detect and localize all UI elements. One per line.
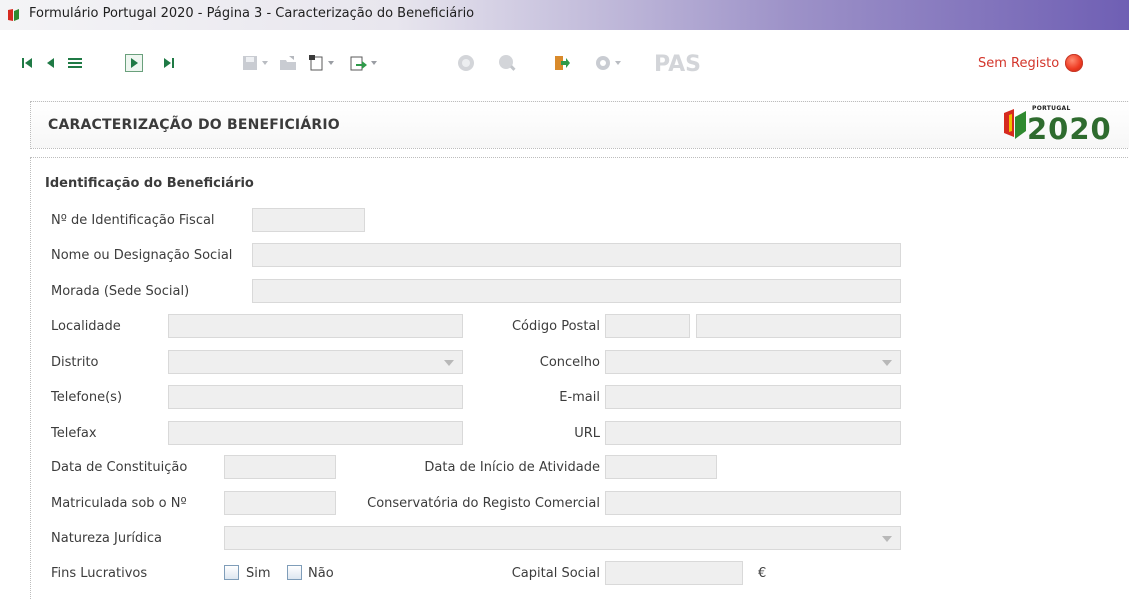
last-page-button[interactable] <box>161 52 177 74</box>
save-button[interactable] <box>241 52 271 74</box>
last-page-icon <box>164 58 174 68</box>
nao-checkbox[interactable] <box>287 565 302 580</box>
conservatoria-label: Conservatória do Registo Comercial <box>367 496 600 511</box>
localidade-field[interactable] <box>168 314 463 338</box>
search-icon <box>499 55 516 71</box>
matricula-label: Matriculada sob o Nº <box>51 496 187 511</box>
logo-year-text: 2020 <box>1027 112 1112 146</box>
currency-symbol: € <box>758 566 767 581</box>
url-label: URL <box>574 426 600 441</box>
telefone-label: Telefone(s) <box>51 390 123 405</box>
registration-status-label: Sem Registo <box>978 55 1060 71</box>
morada-field[interactable] <box>252 279 901 303</box>
capital-social-field[interactable] <box>605 561 743 585</box>
portugal2020-app-icon <box>8 9 19 21</box>
data-inicio-field[interactable] <box>605 455 717 479</box>
previous-page-button[interactable] <box>42 52 58 74</box>
registration-status[interactable]: Sem Registo <box>978 52 1084 74</box>
nao-label: Não <box>308 566 334 581</box>
new-document-button[interactable] <box>307 52 339 74</box>
svg-text:PAS: PAS <box>654 52 701 74</box>
email-field[interactable] <box>605 385 901 409</box>
exit-button[interactable] <box>551 52 573 74</box>
natureza-label: Natureza Jurídica <box>51 531 163 546</box>
section-header-panel: CARACTERIZAÇÃO DO BENEFICIÁRIO <box>30 101 1129 149</box>
status-red-dot-icon <box>1065 54 1084 72</box>
distrito-select[interactable] <box>168 350 463 374</box>
portugal2020-logo-icon <box>1004 109 1026 139</box>
sim-label: Sim <box>246 566 271 581</box>
previous-page-icon <box>47 58 54 68</box>
telefone-field[interactable] <box>168 385 463 409</box>
telefax-field[interactable] <box>168 421 463 445</box>
data-constituicao-label: Data de Constituição <box>51 460 188 475</box>
first-page-icon <box>22 58 32 68</box>
nif-label: Nº de Identificação Fiscal <box>51 213 215 228</box>
concelho-select[interactable] <box>605 350 901 374</box>
validate-icon <box>458 55 474 71</box>
localidade-label: Localidade <box>51 319 121 334</box>
title-bar: Formulário Portugal 2020 - Página 3 - Ca… <box>0 0 1129 31</box>
settings-button[interactable] <box>593 52 625 74</box>
page-title: CARACTERIZAÇÃO DO BENEFICIÁRIO <box>48 117 340 133</box>
menu-button[interactable] <box>65 52 85 74</box>
data-constituicao-field[interactable] <box>224 455 336 479</box>
codigo-postal-field[interactable] <box>605 314 690 338</box>
logo-top-text: PORTUGAL <box>1032 105 1071 112</box>
codigo-postal-locality-field[interactable] <box>696 314 901 338</box>
fins-lucrativos-label: Fins Lucrativos <box>51 566 148 581</box>
capital-social-label: Capital Social <box>511 566 600 581</box>
nif-field[interactable] <box>252 208 365 232</box>
concelho-label: Concelho <box>539 355 600 370</box>
open-folder-icon <box>280 56 296 70</box>
open-button[interactable] <box>278 52 298 74</box>
data-inicio-label: Data de Início de Atividade <box>424 460 600 475</box>
export-button[interactable] <box>349 52 381 74</box>
save-icon <box>243 56 268 70</box>
matricula-field[interactable] <box>224 491 336 515</box>
codigo-postal-label: Código Postal <box>511 319 600 334</box>
conservatoria-field[interactable] <box>605 491 901 515</box>
url-field[interactable] <box>605 421 901 445</box>
pas-button[interactable]: PAS <box>651 52 709 74</box>
distrito-label: Distrito <box>51 355 99 370</box>
validate-button[interactable] <box>455 52 477 74</box>
export-icon <box>350 56 377 71</box>
next-page-icon <box>125 54 143 72</box>
sim-checkbox[interactable] <box>224 565 239 580</box>
first-page-button[interactable] <box>19 52 35 74</box>
pas-icon: PAS <box>654 52 701 74</box>
portugal2020-logo: PORTUGAL 2020 <box>1003 104 1127 146</box>
natureza-select[interactable] <box>224 526 901 550</box>
search-button[interactable] <box>496 52 518 74</box>
section-title: Identificação do Beneficiário <box>45 176 254 191</box>
settings-icon <box>596 56 621 70</box>
telefax-label: Telefax <box>51 426 97 441</box>
new-document-icon <box>309 55 334 71</box>
exit-icon <box>555 56 570 70</box>
next-page-button[interactable] <box>124 52 144 74</box>
morada-label: Morada (Sede Social) <box>51 284 190 299</box>
window-title: Formulário Portugal 2020 - Página 3 - Ca… <box>29 6 475 21</box>
email-label: E-mail <box>559 390 600 405</box>
nome-label: Nome ou Designação Social <box>51 248 233 263</box>
nome-field[interactable] <box>252 243 901 267</box>
menu-icon <box>68 58 82 68</box>
